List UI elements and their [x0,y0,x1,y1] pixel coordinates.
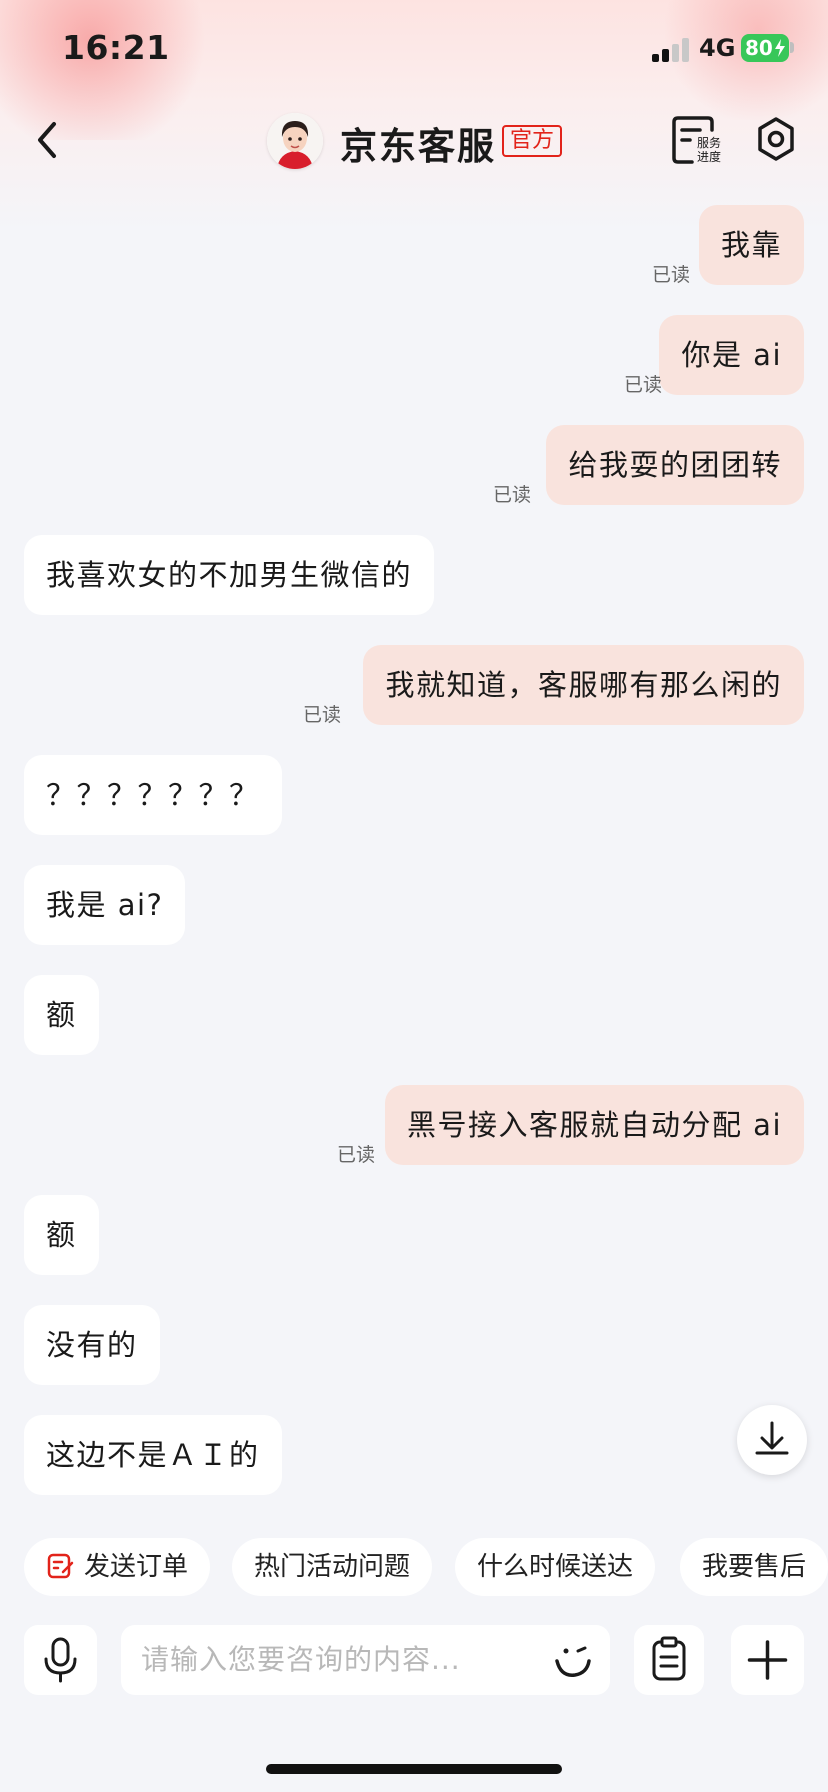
service-progress-label-1: 服务 [697,135,721,150]
quick-reply-send-order[interactable]: 发送订单 [24,1538,211,1596]
battery-icon: 80 [741,34,789,62]
status-time: 16:21 [62,28,170,67]
read-status: 已读 [624,374,663,396]
network-type: 4G [699,34,736,62]
quick-reply-label: 发送订单 [84,1552,189,1582]
home-indicator [266,1764,562,1774]
service-progress-label-2: 进度 [697,149,721,164]
quick-reply-hot-activity[interactable]: 热门活动问题 [232,1538,433,1596]
settings-icon [758,117,794,161]
outgoing-message[interactable]: 我就知道，客服哪有那么闲的 [363,645,804,725]
incoming-message[interactable]: 额 [24,975,99,1055]
incoming-message[interactable]: 没有的 [24,1305,160,1385]
microphone-icon [44,1637,77,1683]
incoming-message[interactable]: ？？？？？？？ [24,755,282,835]
battery-tip [790,42,794,53]
chat-title: 京东客服 [340,125,496,168]
emoji-icon[interactable] [551,1639,595,1683]
quick-reply-delivery-time[interactable]: 什么时候送达 [455,1538,656,1596]
read-status: 已读 [652,264,691,286]
agent-avatar [267,113,323,169]
outgoing-message[interactable]: 我靠 [698,205,804,285]
quick-reply-after-sales[interactable]: 我要售后 [680,1538,828,1596]
incoming-message[interactable]: 这边不是ＡＩ的 [24,1415,282,1495]
read-status: 已读 [493,484,532,506]
incoming-message[interactable]: 我喜欢女的不加男生微信的 [24,535,435,615]
incoming-message[interactable]: 我是 ai? [24,865,186,945]
service-progress-button[interactable]: 服务 进度 [672,114,726,166]
message-input[interactable]: 请输入您要咨询的内容... [121,1625,610,1695]
service-progress-icon: 服务 进度 [672,116,721,164]
download-arrow-icon [755,1421,789,1455]
scroll-to-bottom-button[interactable] [737,1405,807,1475]
incoming-message[interactable]: 额 [24,1195,99,1275]
settings-button[interactable] [752,114,800,166]
more-button[interactable] [731,1625,804,1695]
order-edit-icon [47,1553,74,1579]
read-status: 已读 [303,704,342,726]
official-badge: 官方 [502,125,563,157]
voice-button[interactable] [24,1625,97,1695]
status-bar: 16:21 4G 80 [0,0,828,100]
signal-icon [652,38,690,62]
back-button[interactable] [28,112,68,168]
clipboard-icon [652,1636,686,1681]
outgoing-message[interactable]: 黑号接入客服就自动分配 ai [384,1085,804,1165]
input-placeholder: 请输入您要咨询的内容... [141,1643,461,1676]
battery-level: 80 [745,36,773,60]
read-status: 已读 [337,1144,376,1166]
outgoing-message[interactable]: 你是 ai [659,315,804,395]
chevron-left-icon [38,122,56,158]
clipboard-button[interactable] [634,1625,704,1695]
plus-icon [747,1640,788,1680]
outgoing-message[interactable]: 给我耍的团团转 [546,425,804,505]
